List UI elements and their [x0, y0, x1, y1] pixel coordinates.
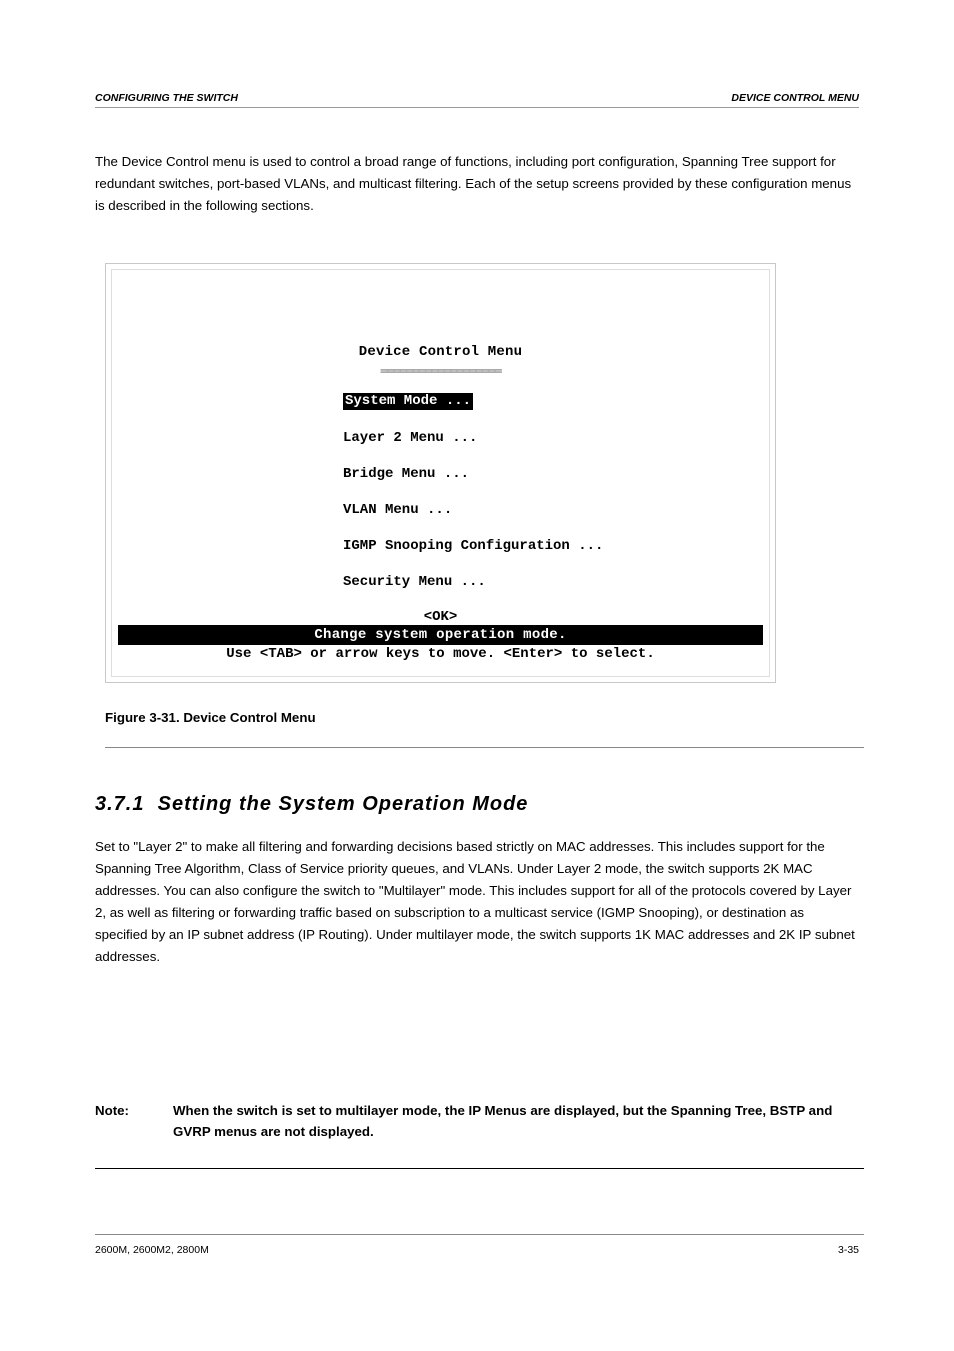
menu-underline: ═══════════════════: [381, 364, 501, 379]
hr-b1: D: [731, 92, 739, 104]
header-rule: [95, 107, 859, 108]
terminal-screen: Device Control Menu ═══════════════════ …: [112, 270, 769, 676]
hr-s1: EVICE: [739, 92, 773, 104]
menu-item-igmp[interactable]: IGMP Snooping Configuration ...: [343, 538, 603, 554]
figure-caption: Figure 3-31. Device Control Menu: [105, 710, 859, 725]
hr-b2: C: [773, 92, 781, 104]
menu-item-bridge[interactable]: Bridge Menu ...: [343, 466, 469, 482]
footer-rule: [95, 1234, 864, 1235]
hl-s2: WITCH: [204, 92, 238, 104]
ok-button[interactable]: <OK>: [424, 609, 458, 625]
menu-title: Device Control Menu: [359, 344, 522, 360]
note-body: When the switch is set to multilayer mod…: [173, 1100, 864, 1143]
page-header: CONFIGURING THE SWITCH DEVICE CONTROL ME…: [95, 92, 859, 104]
hl-b1: C: [95, 92, 103, 104]
status-line: Change system operation mode.: [118, 625, 763, 645]
intro-paragraph: The Device Control menu is used to contr…: [95, 151, 859, 217]
header-right: DEVICE CONTROL MENU: [731, 92, 859, 104]
hr-s2: ONTROL: [781, 92, 828, 104]
header-left: CONFIGURING THE SWITCH: [95, 92, 238, 104]
hl-s1: ONFIGURING THE: [103, 92, 197, 104]
menu-list: System Mode ... Layer 2 Menu ... Bridge …: [343, 393, 603, 610]
section-paragraph: Set to "Layer 2" to make all filtering a…: [95, 836, 859, 968]
footer-right: 3-35: [838, 1244, 859, 1256]
hint-line: Use <TAB> or arrow keys to move. <Enter>…: [226, 646, 654, 662]
section-heading: 3.7.1 Setting the System Operation Mode: [95, 793, 528, 816]
footer-left: 2600M, 2600M2, 2800M: [95, 1244, 209, 1256]
page-footer: 2600M, 2600M2, 2800M 3-35: [95, 1244, 859, 1256]
note-block: Note: When the switch is set to multilay…: [95, 1100, 864, 1143]
hr-b3: M: [828, 92, 837, 104]
menu-item-layer2[interactable]: Layer 2 Menu ...: [343, 430, 477, 446]
section-title: Setting the System Operation Mode: [158, 793, 529, 815]
menu-item-vlan[interactable]: VLAN Menu ...: [343, 502, 452, 518]
section-number: 3.7.1: [95, 793, 144, 815]
figure-rule: [105, 747, 864, 748]
device-control-screenshot: Device Control Menu ═══════════════════ …: [106, 264, 775, 682]
hr-s3: ENU: [837, 92, 859, 104]
menu-item-security[interactable]: Security Menu ...: [343, 574, 486, 590]
note-rule: [95, 1168, 864, 1169]
hl-b2: S: [197, 92, 204, 104]
note-label: Note:: [95, 1100, 129, 1121]
menu-item-system-mode[interactable]: System Mode ...: [343, 393, 473, 410]
